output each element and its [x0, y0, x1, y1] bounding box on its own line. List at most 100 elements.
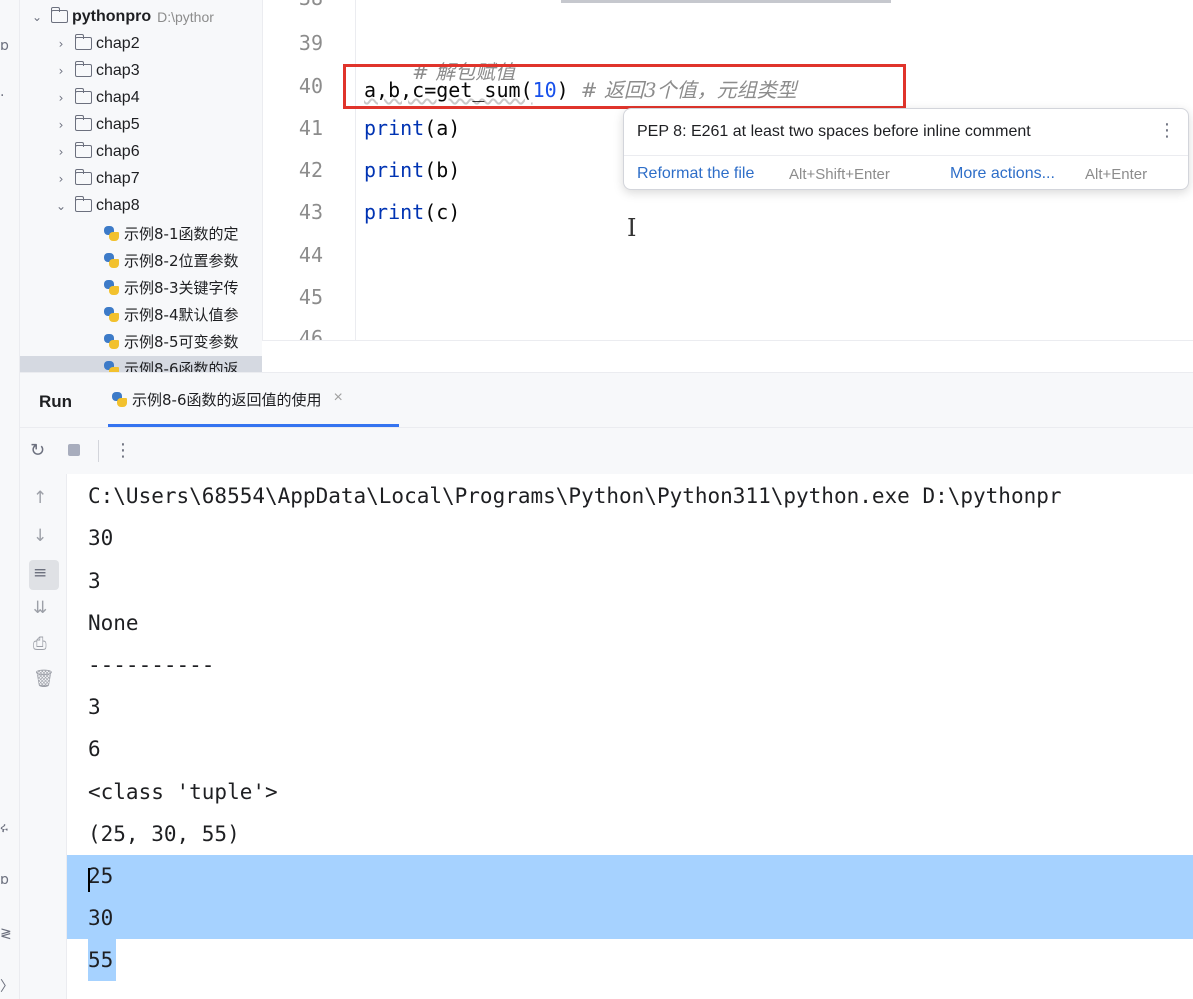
tool-icon-fragment[interactable]: 〉	[0, 976, 14, 996]
left-tool-strip: ɒ · ሩ ɒ ≷ 〉	[0, 0, 20, 999]
line-number: 44	[298, 243, 323, 267]
tree-folder-chap6[interactable]: › chap6	[54, 138, 140, 165]
chevron-right-icon[interactable]: ›	[54, 91, 68, 105]
tree-folder-chap7[interactable]: › chap7	[54, 165, 140, 192]
scroll-up-icon[interactable]: ↑	[33, 488, 47, 508]
folder-icon	[75, 115, 92, 131]
close-icon[interactable]: ×	[334, 389, 343, 407]
folder-label: chap7	[96, 169, 140, 187]
tree-root[interactable]: ⌄ pythonpro D:\pythor	[30, 3, 214, 30]
more-actions-link[interactable]: More actions...	[950, 165, 1055, 183]
folder-icon	[51, 7, 68, 23]
trash-icon[interactable]: 🗑	[33, 669, 55, 689]
file-label: 示例8-5可变参数	[124, 333, 239, 351]
line-number: 40	[298, 74, 323, 98]
file-label: 示例8-4默认值参	[124, 306, 239, 324]
line-number: 42	[298, 158, 323, 182]
console-line: 3	[88, 569, 101, 593]
tree-file[interactable]: 示例8-4默认值参	[104, 301, 239, 328]
editor-top-scrollbar[interactable]	[561, 0, 891, 3]
tree-folder-chap3[interactable]: › chap3	[54, 57, 140, 84]
run-tab[interactable]: 示例8-6函数的返回值的使用 ×	[112, 389, 343, 429]
code-line-41[interactable]: print(a)	[364, 116, 460, 140]
soft-wrap-icon[interactable]: ≡	[33, 563, 47, 583]
print-icon[interactable]: ⎙	[33, 634, 47, 654]
folder-icon	[75, 88, 92, 104]
run-tool-window-header: Run 示例8-6函数的返回值的使用 ×	[20, 372, 1193, 428]
tree-file[interactable]: 示例8-5可变参数	[104, 328, 239, 355]
chevron-right-icon[interactable]: ›	[54, 118, 68, 132]
folder-label: chap2	[96, 34, 140, 52]
console-line: 6	[88, 737, 101, 761]
folder-icon	[75, 169, 92, 185]
line-number: 43	[298, 200, 323, 224]
line-number: 39	[298, 31, 323, 55]
chevron-right-icon[interactable]: ›	[54, 37, 68, 51]
tree-file[interactable]: 示例8-3关键字传	[104, 274, 239, 301]
run-panel-title: Run	[39, 392, 73, 411]
tooltip-divider	[624, 155, 1188, 156]
tool-icon-fragment[interactable]: ɒ	[0, 872, 12, 888]
more-actions-shortcut: Alt+Enter	[1085, 166, 1148, 183]
console-line-selected: 55	[88, 948, 114, 972]
code-keyword: print	[364, 116, 425, 140]
more-options-icon[interactable]: ⋮	[1158, 120, 1176, 141]
folder-label: chap3	[96, 61, 140, 79]
code-text: (b)	[424, 158, 461, 182]
python-file-icon	[104, 334, 119, 349]
project-root-name: pythonpro	[72, 7, 152, 25]
gutter-separator	[355, 0, 356, 340]
folder-icon	[75, 196, 92, 212]
tool-icon-fragment[interactable]: ·	[0, 88, 12, 104]
project-tree: ⌄ pythonpro D:\pythor › chap2 › chap3 › …	[20, 0, 262, 372]
folder-icon	[75, 142, 92, 158]
scroll-to-end-icon[interactable]: ⇊	[33, 598, 47, 618]
line-number: 45	[298, 285, 323, 309]
code-keyword: print	[364, 158, 425, 182]
python-file-icon	[112, 392, 127, 407]
run-toolbar: ↻ ⋮	[20, 428, 1193, 474]
file-label: 示例8-6函数的返	[124, 360, 239, 372]
reformat-shortcut: Alt+Shift+Enter	[789, 166, 890, 183]
more-options-icon[interactable]: ⋮	[114, 440, 132, 461]
chevron-right-icon[interactable]: ›	[54, 145, 68, 159]
folder-icon	[75, 61, 92, 77]
chevron-down-icon[interactable]: ⌄	[54, 199, 68, 213]
tree-folder-chap2[interactable]: › chap2	[54, 30, 140, 57]
console-line: 3	[88, 695, 101, 719]
tree-folder-chap5[interactable]: › chap5	[54, 111, 140, 138]
code-line-42[interactable]: print(b)	[364, 158, 460, 182]
file-label: 示例8-3关键字传	[124, 279, 239, 297]
tool-icon-fragment[interactable]: ɒ	[0, 38, 12, 54]
line-number: 46	[298, 326, 323, 340]
reformat-file-link[interactable]: Reformat the file	[637, 165, 754, 183]
tree-folder-chap8[interactable]: ⌄ chap8	[54, 192, 140, 219]
python-file-icon	[104, 226, 119, 241]
active-tab-indicator	[108, 424, 399, 427]
line-number: 41	[298, 116, 323, 140]
code-line-43[interactable]: print(c)	[364, 200, 460, 224]
text-cursor-icon: I	[627, 214, 637, 242]
text-selection	[67, 855, 1193, 939]
code-text: (c)	[424, 200, 461, 224]
console-line: C:\Users\68554\AppData\Local\Programs\Py…	[88, 484, 1062, 508]
tree-file[interactable]: 示例8-2位置参数	[104, 247, 239, 274]
chevron-right-icon[interactable]: ›	[54, 64, 68, 78]
console-side-toolbar: ↑ ↓ ≡ ⇊ ⎙ 🗑	[20, 474, 67, 999]
run-tab-label: 示例8-6函数的返回值的使用	[132, 391, 322, 409]
folder-icon	[75, 34, 92, 50]
chevron-right-icon[interactable]: ›	[54, 172, 68, 186]
stop-icon[interactable]	[68, 444, 80, 456]
tree-file-selected[interactable]: 示例8-6函数的返	[104, 355, 239, 372]
tree-folder-chap4[interactable]: › chap4	[54, 84, 140, 111]
chevron-down-icon[interactable]: ⌄	[30, 10, 44, 24]
code-text: (a)	[424, 116, 461, 140]
rerun-icon[interactable]: ↻	[30, 440, 45, 461]
tool-icon-fragment[interactable]: ≷	[0, 926, 12, 942]
tool-icon-fragment[interactable]: ሩ	[0, 820, 12, 836]
project-root-path: D:\pythor	[157, 8, 214, 25]
scroll-down-icon[interactable]: ↓	[33, 526, 47, 546]
console-output[interactable]: C:\Users\68554\AppData\Local\Programs\Py…	[67, 474, 1193, 999]
file-label: 示例8-2位置参数	[124, 252, 239, 270]
tree-file[interactable]: 示例8-1函数的定	[104, 220, 239, 247]
